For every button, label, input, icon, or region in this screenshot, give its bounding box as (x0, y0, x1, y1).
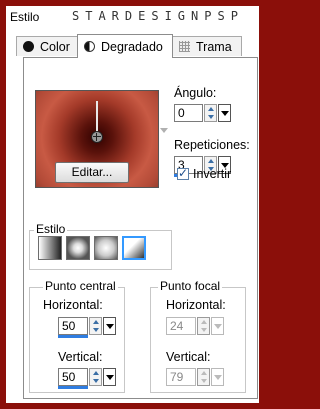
invert-label: Invertir (193, 167, 232, 181)
focal-horizontal-field[interactable]: 24 (166, 317, 196, 335)
tab-degradado[interactable]: Degradado (77, 34, 173, 58)
center-horizontal-dropdown[interactable] (103, 317, 116, 335)
tab-trama-label: Trama (196, 39, 232, 54)
center-vertical-label: Vertical: (58, 350, 103, 364)
half-circle-icon (84, 41, 95, 52)
focal-vertical-label: Vertical: (166, 350, 211, 364)
focal-vertical-dropdown[interactable] (211, 368, 224, 386)
tab-trama[interactable]: Trama (172, 36, 242, 56)
center-vertical-field[interactable]: 50 (58, 368, 88, 386)
focal-horizontal-label: Horizontal: (166, 298, 226, 312)
center-vertical-dropdown[interactable] (103, 368, 116, 386)
center-handle[interactable] (91, 131, 103, 143)
focal-vertical-stepper[interactable] (197, 368, 210, 386)
window-title: Estilo (10, 10, 40, 24)
center-vertical-slider-bar[interactable] (58, 386, 88, 389)
style-group-title: Estilo (34, 222, 68, 236)
center-vertical-stepper[interactable] (89, 368, 102, 386)
repetitions-label: Repeticiones: (174, 138, 250, 152)
tab-strip: Color Degradado Trama (16, 34, 256, 58)
style-sunburst-button[interactable] (122, 236, 146, 260)
tab-color-label: Color (40, 39, 70, 54)
center-horizontal-label: Horizontal: (43, 298, 103, 312)
tab-color[interactable]: Color (16, 36, 78, 56)
focal-vertical-field[interactable]: 79 (166, 368, 196, 386)
watermark: STARDESIGNPSP (72, 9, 244, 23)
focal-horizontal-stepper[interactable] (197, 317, 210, 335)
preview-dropdown-icon[interactable] (160, 128, 168, 133)
center-horizontal-stepper[interactable] (89, 317, 102, 335)
edit-button[interactable]: Editar... (55, 162, 129, 183)
angle-dropdown[interactable] (218, 104, 231, 122)
style-radial-button[interactable] (94, 236, 118, 260)
title-bar: Estilo STARDESIGNPSP (6, 6, 259, 30)
style-rectangular-button[interactable] (66, 236, 90, 260)
angle-stepper[interactable] (204, 104, 217, 122)
center-horizontal-slider-bar[interactable] (58, 335, 88, 338)
focal-horizontal-dropdown[interactable] (211, 317, 224, 335)
invert-checkbox[interactable] (177, 166, 189, 180)
grid-pattern-icon (179, 41, 190, 52)
center-horizontal-field[interactable]: 50 (58, 317, 88, 335)
angle-field[interactable]: 0 (174, 104, 203, 122)
center-point-title: Punto central (43, 279, 118, 293)
focal-point-title: Punto focal (158, 279, 223, 293)
circle-icon (23, 41, 34, 52)
angle-label: Ángulo: (174, 86, 217, 100)
tab-degradado-label: Degradado (101, 39, 163, 54)
style-linear-button[interactable] (38, 236, 62, 260)
